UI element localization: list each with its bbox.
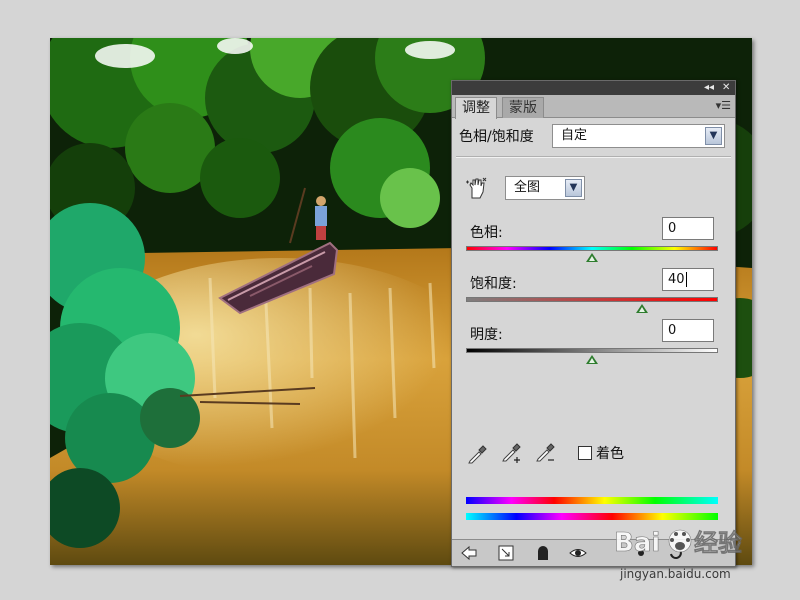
adjustments-panel: ◂◂ ✕ 调整 蒙版 ▾☰ 色相/饱和度 自定 ▼ 全图 ▼ 色相: 0 饱和度…: [451, 80, 736, 567]
saturation-slider-knob[interactable]: [636, 304, 649, 313]
close-panel-button[interactable]: ✕: [722, 81, 730, 95]
hand-target-icon[interactable]: [464, 176, 488, 200]
panel-titlebar[interactable]: ◂◂ ✕: [452, 81, 735, 95]
panel-tabstrip: 调整 蒙版 ▾☰: [452, 95, 735, 119]
hue-slider-knob[interactable]: [586, 253, 598, 262]
colorize-option[interactable]: 着色: [578, 443, 624, 463]
panel-menu-button[interactable]: ▾☰: [716, 99, 731, 112]
clip-layer-icon[interactable]: [534, 544, 552, 562]
saturation-input[interactable]: 40: [662, 268, 714, 291]
eyedropper-plus-icon[interactable]: [500, 441, 524, 465]
preset-dropdown-value: 自定: [561, 128, 588, 143]
panel-bottom-toolbar: [452, 539, 735, 566]
lightness-label: 明度:: [470, 327, 503, 343]
lightness-slider-knob[interactable]: [586, 355, 598, 364]
reset-icon[interactable]: [667, 544, 685, 562]
eyedropper-minus-icon[interactable]: [534, 441, 558, 465]
preset-dropdown[interactable]: 自定 ▼: [552, 124, 725, 148]
expand-view-icon[interactable]: [497, 544, 515, 562]
back-arrow-icon[interactable]: [460, 544, 478, 562]
colorize-checkbox[interactable]: [578, 446, 592, 460]
chevron-down-icon: ▼: [565, 179, 582, 197]
lightness-slider-track[interactable]: [466, 348, 718, 353]
collapse-panel-button[interactable]: ◂◂: [704, 81, 714, 95]
channel-dropdown[interactable]: 全图 ▼: [505, 176, 585, 200]
tab-adjustments[interactable]: 调整: [455, 97, 497, 119]
watermark-url: jingyan.baidu.com: [620, 567, 731, 581]
visibility-eye-icon[interactable]: [569, 544, 587, 562]
saturation-value: 40: [668, 272, 685, 287]
tab-masks[interactable]: 蒙版: [502, 97, 544, 118]
saturation-slider-track[interactable]: [466, 297, 718, 302]
colorize-label: 着色: [596, 446, 624, 462]
hue-slider-track[interactable]: [466, 246, 718, 251]
previous-state-icon[interactable]: [632, 544, 650, 562]
adjustment-type-label: 色相/饱和度: [459, 129, 534, 145]
lightness-input[interactable]: 0: [662, 319, 714, 342]
divider: [456, 156, 731, 158]
chevron-down-icon: ▼: [705, 127, 722, 145]
output-spectrum-bar: [466, 513, 718, 520]
channel-dropdown-value: 全图: [514, 180, 541, 195]
eyedropper-icon[interactable]: [466, 441, 490, 465]
saturation-label: 饱和度:: [470, 276, 517, 292]
hue-input[interactable]: 0: [662, 217, 714, 240]
input-spectrum-bar: [466, 497, 718, 504]
hue-label: 色相:: [470, 225, 503, 241]
